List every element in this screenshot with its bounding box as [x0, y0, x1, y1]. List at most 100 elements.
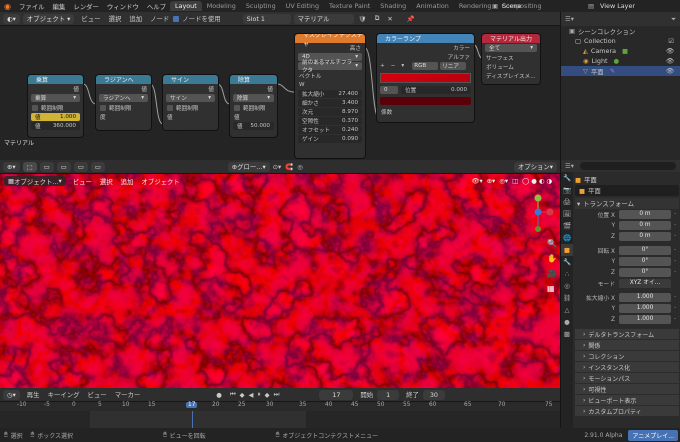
new-material-icon[interactable]: ⧉	[375, 14, 380, 23]
transform-orientation-select[interactable]: ⊕ グロー... ▾	[227, 161, 270, 172]
jump-end-icon[interactable]: ⏭	[274, 390, 280, 399]
eye-icon[interactable]: 👁	[666, 67, 674, 75]
end-frame-field[interactable]: 30	[422, 389, 445, 400]
select-tool-button[interactable]: ⬚	[22, 161, 37, 172]
tab-view-layer-icon[interactable]: 🖼	[561, 208, 573, 220]
timeline-menu-marker[interactable]: マーカー	[111, 390, 145, 399]
node-material-output[interactable]: マテリアル出力 全て ▾ サーフェス ボリューム ディスプレイスメ...	[482, 34, 540, 84]
workspace-tab-uv-editing[interactable]: UV Editing	[281, 1, 324, 11]
viewport-menu-add[interactable]: 追加	[117, 177, 138, 186]
node-radians-op-select[interactable]: ラジアンへ ▾	[99, 94, 148, 102]
workspace-tab-shading[interactable]: Shading	[375, 1, 411, 11]
properties-search[interactable]	[579, 162, 676, 170]
menu-render[interactable]: レンダー	[69, 2, 103, 11]
menu-file[interactable]: ファイル	[15, 2, 49, 11]
shading-wireframe-icon[interactable]: ◯	[522, 177, 529, 185]
node-editor-canvas[interactable]: 乗算 値 乗算 ▾ 範囲制限 値 1.000 値 360.000 マテリアル ラジアン…	[0, 26, 560, 160]
node-color-ramp-gradient[interactable]	[380, 73, 471, 83]
object-name-field[interactable]: ■ 平面	[575, 185, 679, 196]
scale-y-field[interactable]: 1.000	[619, 304, 671, 313]
viewport-options-button[interactable]: オプション ▾	[513, 161, 557, 172]
tab-scene-icon[interactable]: 🎬	[561, 220, 573, 232]
panel-instancing[interactable]: › インスタンス化	[575, 361, 679, 372]
select-mode-button-3[interactable]: ▭	[73, 161, 88, 172]
node-musgrave-param-detail[interactable]: 細かさ 3.400	[298, 99, 362, 107]
outliner-item-collection[interactable]: ▢ Collection ☑	[561, 36, 680, 46]
camera-view-icon[interactable]: 🎥	[547, 266, 557, 281]
node-musgrave-param-offset[interactable]: オフセット 0.240	[298, 126, 362, 134]
scene-icon[interactable]: ▣	[492, 2, 498, 10]
node-color-ramp[interactable]: カラーランプ カラー アルファ + − ▾ RGB リニア 0 位置 0.000 …	[377, 34, 474, 122]
keyframe-dot-icon[interactable]: ·	[671, 248, 679, 254]
eye-icon[interactable]: 👁	[666, 57, 674, 65]
proportional-edit-icon[interactable]: ◎	[297, 163, 303, 171]
node-menu-view[interactable]: ビュー	[77, 14, 104, 23]
node-menu-node[interactable]: ノード	[146, 14, 173, 23]
keyframe-dot-icon[interactable]: ·	[671, 259, 679, 265]
timeline-menu-keying[interactable]: キーイング	[44, 390, 84, 399]
node-color-ramp-menu-icon[interactable]: ▾	[401, 63, 404, 69]
material-select[interactable]: マテリアル	[293, 13, 354, 24]
node-radians[interactable]: ラジアンへ 値 ラジアンへ ▾ 範囲制限 度	[96, 75, 151, 130]
node-divide-op-select[interactable]: 除算 ▾	[233, 94, 274, 102]
node-color-ramp-mode-select[interactable]: RGB	[412, 62, 439, 70]
node-output-target-select[interactable]: 全て ▾	[485, 44, 537, 52]
rotation-y-field[interactable]: 0°	[619, 257, 671, 266]
keyframe-dot-icon[interactable]: ·	[671, 223, 679, 229]
shading-solid-icon[interactable]: ●	[531, 177, 537, 185]
node-musgrave-param-lacunarity[interactable]: 空隙性 0.370	[298, 117, 362, 125]
pin-icon[interactable]: 📌	[407, 15, 415, 23]
blender-logo-icon[interactable]: ◉	[0, 2, 15, 11]
timeline-menu-playback[interactable]: 再生	[23, 390, 44, 399]
timeline-ruler[interactable]: -10 -5 0 5 10 15 17 20 25 30 35 40 45 50…	[0, 402, 560, 411]
node-multiply-field-a[interactable]: 値 1.000	[31, 113, 80, 121]
keyframe-prev-icon[interactable]: ◆	[240, 391, 245, 399]
tab-tool-icon[interactable]: 🔧	[561, 172, 573, 184]
timeline-menu-view[interactable]: ビュー	[84, 390, 111, 399]
playhead-frame[interactable]: 17	[186, 402, 198, 408]
unlink-material-icon[interactable]: ✕	[387, 15, 392, 23]
light-data-icon[interactable]: ●	[614, 57, 620, 65]
menu-help[interactable]: ヘルプ	[143, 2, 170, 11]
ortho-grid-icon[interactable]: ▦	[547, 281, 557, 296]
outliner-item-plane[interactable]: ▽ 平面 ✎ 👁	[561, 66, 680, 76]
tab-material-icon[interactable]: ●	[561, 316, 573, 328]
node-divide[interactable]: 除算 値 除算 ▾ 範囲制限 値 値 50.000	[230, 75, 277, 137]
keyframe-dot-icon[interactable]: ·	[671, 295, 679, 301]
timeline-area[interactable]: -10 -5 0 5 10 15 17 20 25 30 35 40 45 50…	[0, 402, 560, 428]
node-musgrave-type-select[interactable]: 前のあるマルチフラクタ ▾	[298, 60, 362, 74]
node-divide-clamp-checkbox[interactable]	[234, 104, 240, 111]
pan-hand-icon[interactable]: ✋	[547, 251, 557, 266]
panel-delta-transform[interactable]: › デルタトランスフォーム	[575, 328, 679, 339]
scene-name[interactable]: Scene	[502, 2, 521, 10]
properties-editor-type-icon[interactable]: ☰▾	[565, 162, 574, 170]
tab-modifier-icon[interactable]: 🔧	[561, 256, 573, 268]
viewport-menu-select[interactable]: 選択	[96, 177, 117, 186]
select-mode-button-2[interactable]: ▭	[56, 161, 71, 172]
workspace-tab-rendering[interactable]: Rendering	[454, 1, 497, 11]
workspace-tab-animation[interactable]: Animation	[411, 1, 454, 11]
node-menu-select[interactable]: 選択	[105, 14, 126, 23]
panel-relations[interactable]: › 関係	[575, 339, 679, 350]
current-frame-field[interactable]: 17	[319, 389, 354, 400]
editor-type-button[interactable]: ◐▾	[3, 13, 20, 24]
eye-icon[interactable]: 👁	[666, 47, 674, 55]
outliner-filter-icon[interactable]: ⏷	[671, 15, 676, 24]
xray-toggle-icon[interactable]: ◫	[512, 177, 518, 185]
menu-window[interactable]: ウィンドウ	[103, 2, 143, 11]
node-color-ramp-remove-stop[interactable]: −	[391, 63, 396, 69]
slot-select[interactable]: Slot 1	[242, 13, 291, 24]
select-mode-button-4[interactable]: ▭	[90, 161, 105, 172]
node-color-ramp-interp-select[interactable]: リニア	[440, 62, 467, 70]
node-color-ramp-stop-color[interactable]	[380, 97, 471, 105]
location-x-field[interactable]: 0 m	[619, 210, 671, 219]
panel-viewport-display[interactable]: › ビューポート表示	[575, 394, 679, 405]
panel-custom-properties[interactable]: › カスタムプロパティ	[575, 405, 679, 416]
select-mode-button-1[interactable]: ▭	[39, 161, 54, 172]
tab-texture-icon[interactable]: ▩	[561, 328, 573, 340]
node-musgrave-texture[interactable]: マスグレイブテクスチャ 高さ 4D ▾ 前のあるマルチフラクタ ▾ ベクトル W 拡…	[295, 34, 365, 158]
node-divide-field[interactable]: 値 50.000	[233, 122, 274, 130]
tab-physics-icon[interactable]: ◎	[561, 280, 573, 292]
shading-rendered-icon[interactable]: ◑	[546, 177, 552, 185]
rotation-mode-select[interactable]: XYZ オイ...	[619, 279, 671, 288]
